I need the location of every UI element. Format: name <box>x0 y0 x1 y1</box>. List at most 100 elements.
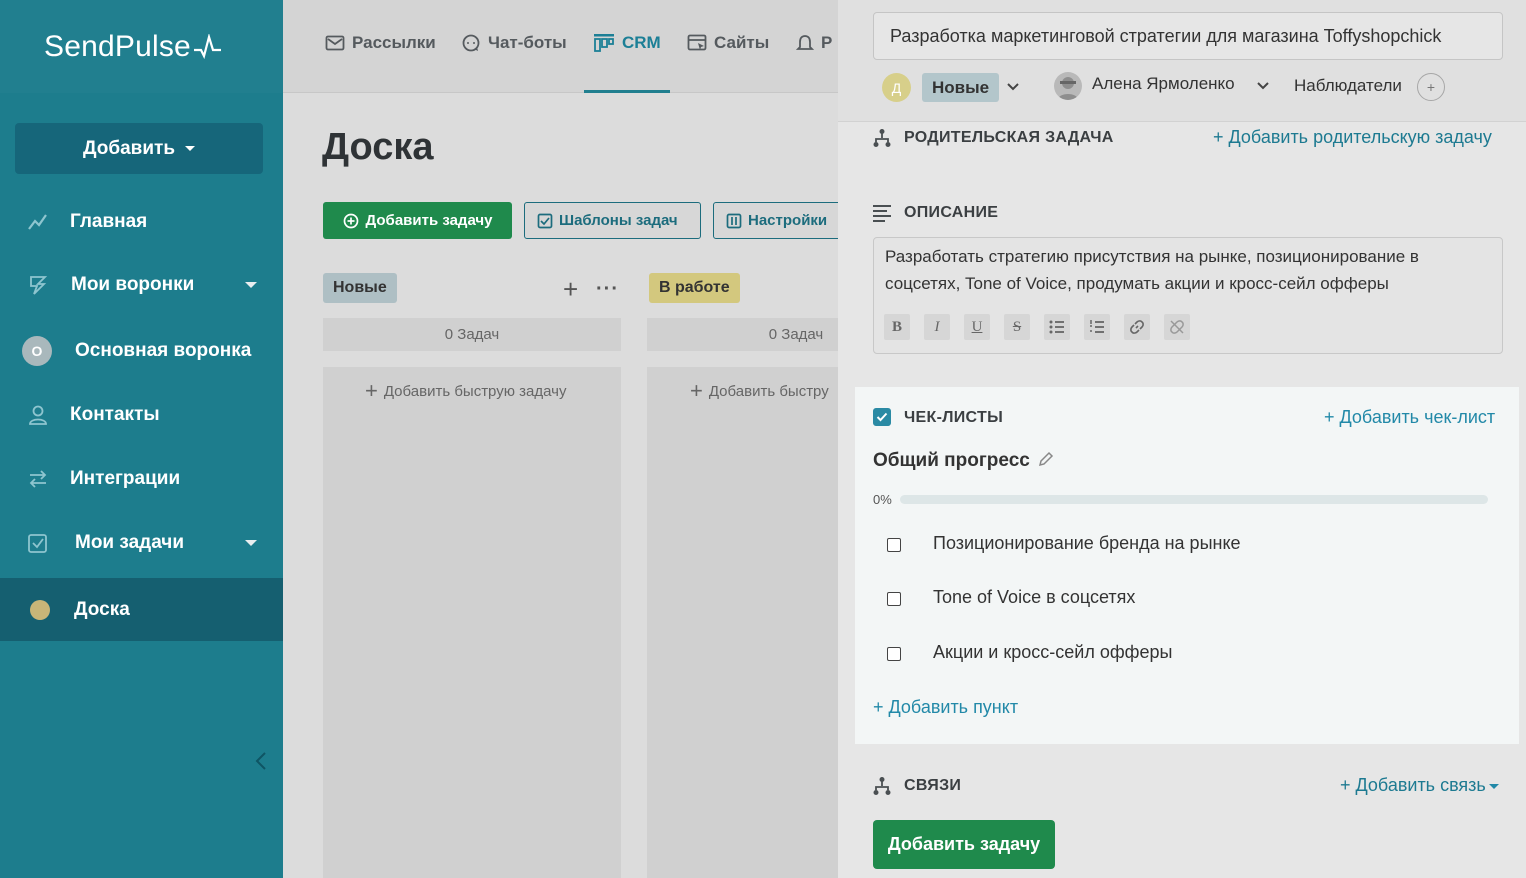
sendpulse-logo[interactable]: SendPulse <box>44 30 223 64</box>
description-editor[interactable]: Разработать стратегию присутствия на рын… <box>873 237 1503 354</box>
observers-label: Наблюдатели <box>1294 76 1402 95</box>
user-avatar <box>1054 72 1082 100</box>
chevron-down-icon[interactable] <box>1006 82 1020 92</box>
quick-add-task-link[interactable]: + Добавить быструю задачу <box>365 380 566 402</box>
nav-more[interactable]: Р <box>796 30 832 56</box>
bold-button[interactable]: B <box>884 314 910 340</box>
sidebar-item-main-funnel[interactable]: О Основная воронка <box>0 322 283 380</box>
task-templates-button[interactable]: Шаблоны задач <box>524 202 701 239</box>
plus-circle-icon <box>343 213 358 228</box>
chevron-down-icon[interactable] <box>1256 81 1270 91</box>
nav-mailings[interactable]: Рассылки <box>325 30 436 56</box>
checklists-section: ЧЕК-ЛИСТЫ + Добавить чек-лист Общий прог… <box>855 387 1519 744</box>
unlink-icon <box>1170 320 1184 334</box>
bulleted-list-button[interactable] <box>1044 314 1070 340</box>
unlink-button[interactable] <box>1164 314 1190 340</box>
italic-glyph: I <box>934 318 940 335</box>
link-button[interactable] <box>1124 314 1150 340</box>
plus-icon: + <box>690 378 703 403</box>
funnel-icon <box>26 273 50 297</box>
add-task-button[interactable]: Добавить задачу <box>323 202 512 239</box>
more-options-icon[interactable]: ··· <box>596 278 619 301</box>
checklist-checkbox[interactable] <box>887 647 901 661</box>
sidebar: SendPulse Добавить Главная Мои воронки О… <box>0 0 283 878</box>
task-count-text: 0 Задач <box>768 326 824 343</box>
add-observer-button[interactable]: + <box>1417 73 1445 101</box>
add-button[interactable]: Добавить <box>15 123 263 174</box>
quick-add-label: Добавить быструю задачу <box>383 382 567 400</box>
collapse-sidebar-icon[interactable] <box>254 751 268 771</box>
strikethrough-button[interactable]: S <box>1004 314 1030 340</box>
chart-line-icon <box>26 210 50 234</box>
bold-glyph: B <box>891 318 902 335</box>
templates-label: Шаблоны задач <box>559 212 678 229</box>
hierarchy-icon <box>873 777 891 795</box>
description-text[interactable]: Разработать стратегию присутствия на рын… <box>885 243 1495 297</box>
sidebar-item-label: Мои задачи <box>75 532 185 553</box>
add-task-label: Добавить задачу <box>887 834 1041 854</box>
add-task-label: Добавить задачу <box>365 212 493 229</box>
nav-label: CRM <box>622 33 661 52</box>
contacts-icon <box>26 403 50 427</box>
checkbox-icon <box>537 213 553 228</box>
italic-button[interactable]: I <box>924 314 950 340</box>
quick-add-label: Добавить быстру <box>708 382 829 400</box>
task-header: Разработка маркетинговой стратегии для м… <box>838 0 1526 122</box>
sidebar-item-contacts[interactable]: Контакты <box>0 386 283 444</box>
status-select[interactable]: Новые <box>922 73 1000 102</box>
checklist-item[interactable]: Позиционирование бренда на рынке <box>933 533 1241 554</box>
quick-add-task-link[interactable]: + Добавить быстру <box>690 380 829 402</box>
caret-down-icon[interactable] <box>245 282 257 288</box>
chat-icon <box>462 34 480 52</box>
task-count-text: 0 Задач <box>444 326 500 343</box>
nav-sites[interactable]: Сайты <box>687 30 769 56</box>
checklist-checkbox[interactable] <box>887 592 901 606</box>
checklist-checkbox[interactable] <box>887 538 901 552</box>
column-body <box>647 367 838 878</box>
crm-icon <box>594 34 614 52</box>
plus-icon: + <box>365 378 378 403</box>
underline-button[interactable]: U <box>964 314 990 340</box>
sidebar-item-home[interactable]: Главная <box>0 193 283 251</box>
avatar: Д <box>882 73 911 102</box>
add-column-task-icon[interactable]: + <box>563 276 578 302</box>
add-checklist-link[interactable]: + Добавить чек-лист <box>1324 407 1495 428</box>
sidebar-item-label: Контакты <box>70 404 160 425</box>
sidebar-item-board[interactable]: Доска <box>0 578 283 641</box>
sidebar-item-integrations[interactable]: Интеграции <box>0 450 283 508</box>
add-link-label: + Добавить связь <box>1340 775 1486 795</box>
caret-down-icon <box>1488 783 1499 789</box>
assignee-name[interactable]: Алена Ярмоленко <box>1092 74 1235 94</box>
task-title-text: Разработка маркетинговой стратегии для м… <box>890 25 1442 46</box>
numbered-list-button[interactable] <box>1084 314 1110 340</box>
sidebar-item-funnels[interactable]: Мои воронки <box>0 256 283 314</box>
link-icon <box>1130 320 1144 334</box>
add-parent-task-link[interactable]: + Добавить родительскую задачу <box>1213 127 1492 148</box>
add-checklist-item-link[interactable]: + Добавить пункт <box>873 697 1018 718</box>
text-lines-icon <box>873 205 891 222</box>
progress-title: Общий прогресс <box>873 450 1030 471</box>
add-button-label: Добавить <box>82 137 176 159</box>
sidebar-item-my-tasks[interactable]: Мои задачи <box>0 514 283 572</box>
caret-down-icon[interactable] <box>245 540 257 546</box>
pencil-icon[interactable] <box>1038 451 1054 467</box>
board-settings-button[interactable]: Настройки <box>713 202 838 239</box>
add-task-button[interactable]: Добавить задачу <box>873 820 1055 869</box>
top-nav: Рассылки Чат-боты CRM Сайты Р <box>283 0 838 93</box>
checklist-item[interactable]: Акции и кросс-сейл офферы <box>933 642 1172 663</box>
add-link-dropdown[interactable]: + Добавить связь <box>1340 775 1499 796</box>
checklist-item[interactable]: Tone of Voice в соцсетях <box>933 587 1135 608</box>
task-title-input[interactable]: Разработка маркетинговой стратегии для м… <box>873 12 1503 60</box>
logo-area: SendPulse <box>0 0 283 93</box>
nav-chatbots[interactable]: Чат-боты <box>461 30 567 56</box>
logo-text: SendPulse <box>44 29 191 63</box>
nav-crm[interactable]: CRM <box>593 30 661 56</box>
caret-down-icon <box>185 146 196 151</box>
sidebar-item-label: Мои воронки <box>71 274 195 295</box>
nav-label: Чат-боты <box>488 33 567 52</box>
numbered-list-icon <box>1090 320 1104 333</box>
tasks-icon <box>26 531 50 555</box>
circle-avatar-icon: О <box>22 336 52 366</box>
column-body <box>323 367 621 878</box>
integrations-icon <box>26 467 50 491</box>
